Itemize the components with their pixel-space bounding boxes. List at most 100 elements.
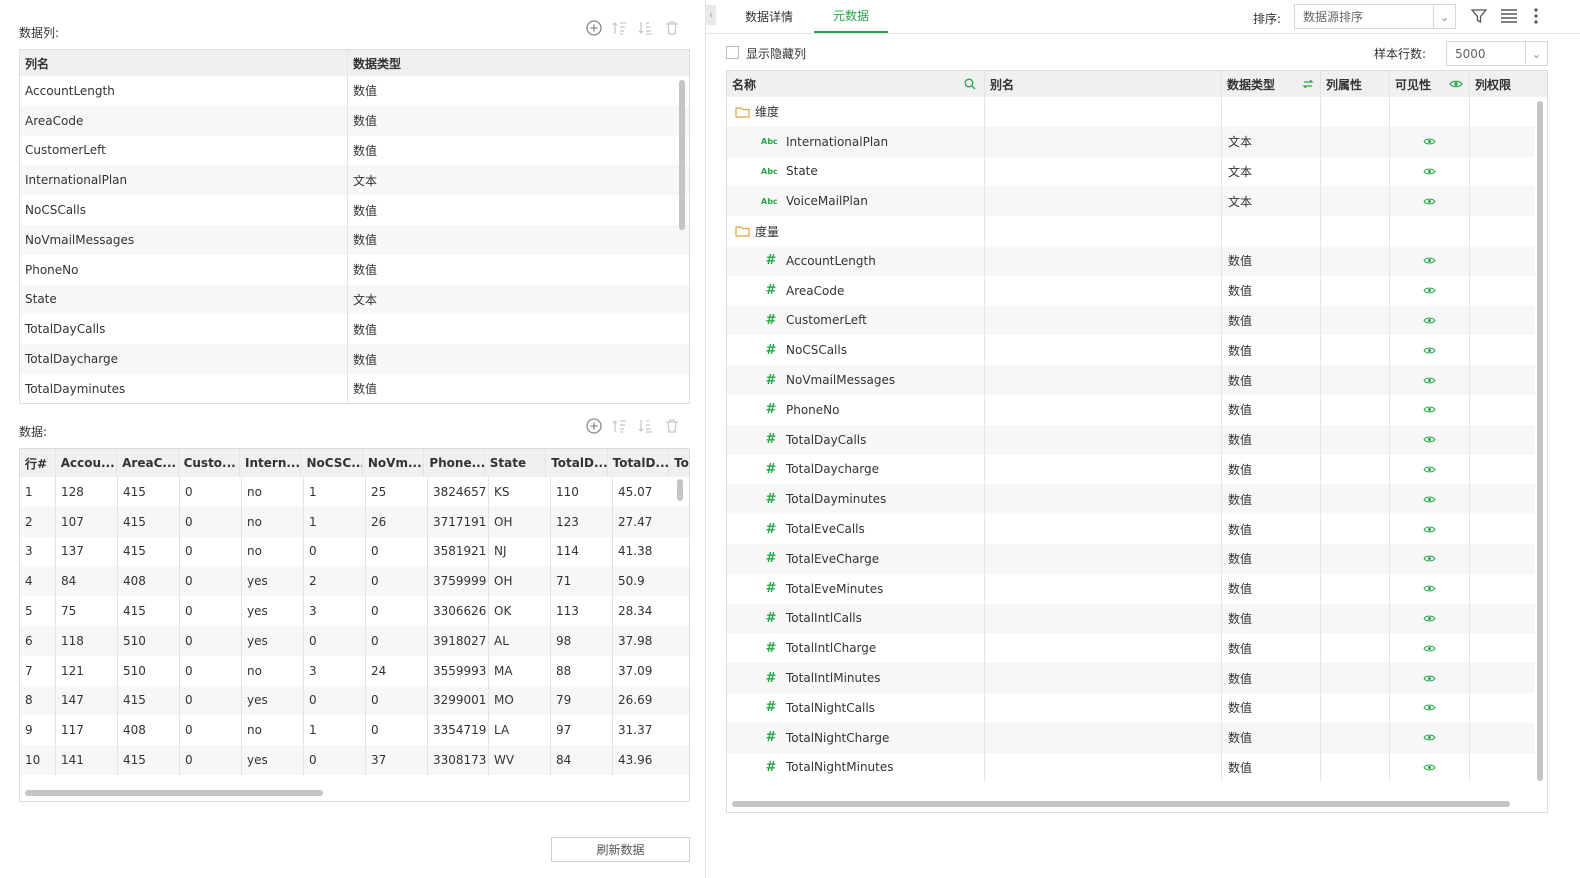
field-row[interactable]: # TotalEveMinutes 数值 xyxy=(727,573,1535,604)
data-row[interactable]: 9 117 408 0 no 1 0 3354719 LA 97 31.37 xyxy=(20,715,689,746)
attr-cell[interactable] xyxy=(1321,454,1390,485)
data-row[interactable]: 10 141 415 0 yes 0 37 3308173 WV 84 43.96 xyxy=(20,745,689,775)
attr-cell[interactable] xyxy=(1321,722,1390,753)
alias-cell[interactable] xyxy=(985,365,1222,395)
alias-cell[interactable] xyxy=(985,424,1222,455)
attr-cell[interactable] xyxy=(1321,395,1390,425)
type-cell[interactable]: 数值 xyxy=(1222,275,1321,306)
eye-icon[interactable] xyxy=(1423,316,1436,325)
header-alias[interactable]: 别名 xyxy=(985,71,1222,97)
column-row[interactable]: TotalDayCalls 数值 xyxy=(20,314,689,345)
permission-cell[interactable] xyxy=(1470,157,1535,187)
attr-cell[interactable] xyxy=(1321,663,1390,693)
type-cell[interactable]: 数值 xyxy=(1222,544,1321,574)
header-visible[interactable]: 可见性 xyxy=(1395,76,1431,93)
attr-cell[interactable] xyxy=(1321,544,1390,574)
data-row[interactable]: 7 121 510 0 no 3 24 3559993 MA 88 37.09 xyxy=(20,655,689,686)
header-permission[interactable]: 列权限 xyxy=(1470,71,1547,97)
type-cell[interactable]: 数值 xyxy=(1222,246,1321,276)
field-row[interactable]: # TotalNightCalls 数值 xyxy=(727,693,1535,723)
column-row[interactable]: InternationalPlan 文本 xyxy=(20,165,689,196)
field-row[interactable]: # CustomerLeft 数值 xyxy=(727,305,1535,336)
permission-cell[interactable] xyxy=(1470,306,1535,336)
attr-cell[interactable] xyxy=(1321,693,1390,723)
refresh-icon[interactable] xyxy=(1302,78,1314,90)
data-row[interactable]: 4 84 408 0 yes 2 0 3759999 OH 71 50.9 xyxy=(20,566,689,597)
alias-cell[interactable] xyxy=(985,186,1222,217)
eye-icon[interactable] xyxy=(1423,525,1436,534)
permission-cell[interactable] xyxy=(1470,395,1535,425)
type-cell[interactable]: 文本 xyxy=(1222,126,1321,157)
eye-icon[interactable] xyxy=(1423,495,1436,504)
attr-cell[interactable] xyxy=(1321,752,1390,783)
type-cell[interactable]: 数值 xyxy=(1222,484,1321,515)
data-header-cell[interactable]: Intern... xyxy=(240,449,302,477)
field-row[interactable]: # PhoneNo 数值 xyxy=(727,395,1535,425)
data-header-cell[interactable]: State xyxy=(485,449,547,477)
column-row[interactable]: NoVmailMessages 数值 xyxy=(20,224,689,255)
alias-cell[interactable] xyxy=(985,246,1222,276)
data-header-cell[interactable]: AreaC... xyxy=(117,449,179,477)
eye-icon[interactable] xyxy=(1423,703,1436,712)
attr-cell[interactable] xyxy=(1321,514,1390,544)
list-view-icon[interactable] xyxy=(1500,8,1518,27)
eye-icon[interactable] xyxy=(1423,435,1436,444)
type-cell[interactable]: 数值 xyxy=(1222,633,1321,664)
permission-cell[interactable] xyxy=(1470,574,1535,604)
field-row[interactable]: # TotalEveCalls 数值 xyxy=(727,514,1535,544)
attr-cell[interactable] xyxy=(1321,484,1390,515)
type-cell[interactable]: 数值 xyxy=(1222,305,1321,336)
field-row[interactable]: Abc InternationalPlan 文本 xyxy=(727,126,1535,157)
metadata-horizontal-scrollbar[interactable] xyxy=(732,801,1510,807)
alias-cell[interactable] xyxy=(985,544,1222,574)
data-header-cell[interactable]: Phone... xyxy=(424,449,485,477)
data-row[interactable]: 6 118 510 0 yes 0 0 3918027 AL 98 37.98 xyxy=(20,625,689,656)
attr-cell[interactable] xyxy=(1321,126,1390,157)
data-header-cell[interactable]: TotalD... xyxy=(608,449,670,477)
attr-cell[interactable] xyxy=(1321,335,1390,366)
eye-icon[interactable] xyxy=(1423,256,1436,265)
eye-icon[interactable] xyxy=(1423,465,1436,474)
field-row[interactable]: # TotalDaycharge 数值 xyxy=(727,454,1535,485)
sort-select[interactable]: 数据源排序 ⌄ xyxy=(1294,4,1456,29)
field-row[interactable]: # TotalIntlMinutes 数值 xyxy=(727,663,1535,693)
alias-cell[interactable] xyxy=(985,484,1222,515)
permission-cell[interactable] xyxy=(1470,425,1535,455)
column-row[interactable]: State 文本 xyxy=(20,284,689,315)
group-row[interactable]: 度量 xyxy=(727,216,1535,246)
column-row[interactable]: AreaCode 数值 xyxy=(20,105,689,136)
field-row[interactable]: # AccountLength 数值 xyxy=(727,246,1535,276)
alias-cell[interactable] xyxy=(985,514,1222,544)
type-cell[interactable] xyxy=(1222,97,1321,127)
column-row[interactable]: TotalDayminutes 数值 xyxy=(20,373,689,403)
field-row[interactable]: # TotalNightCharge 数值 xyxy=(727,722,1535,753)
type-cell[interactable]: 数值 xyxy=(1222,424,1321,455)
tab-data-details[interactable]: 数据详情 xyxy=(734,0,804,33)
alias-cell[interactable] xyxy=(985,752,1222,783)
alias-cell[interactable] xyxy=(985,603,1222,634)
alias-cell[interactable] xyxy=(985,216,1222,246)
eye-icon[interactable] xyxy=(1423,584,1436,593)
eye-icon[interactable] xyxy=(1423,614,1436,623)
permission-cell[interactable] xyxy=(1470,544,1535,574)
alias-cell[interactable] xyxy=(985,663,1222,693)
tab-metadata[interactable]: 元数据 xyxy=(814,0,888,33)
field-row[interactable]: # TotalDayCalls 数值 xyxy=(727,424,1535,455)
eye-icon[interactable] xyxy=(1423,644,1436,653)
data-row[interactable]: 3 137 415 0 no 0 0 3581921 NJ 114 41.38 xyxy=(20,536,689,567)
eye-icon[interactable] xyxy=(1423,167,1436,176)
alias-cell[interactable] xyxy=(985,97,1222,127)
more-options-icon[interactable] xyxy=(1533,8,1539,27)
type-cell[interactable]: 数值 xyxy=(1222,365,1321,395)
permission-cell[interactable] xyxy=(1470,604,1535,634)
eye-icon[interactable] xyxy=(1423,763,1436,772)
column-row[interactable]: AccountLength 数值 xyxy=(20,76,689,106)
trash-icon[interactable] xyxy=(664,417,680,435)
attr-cell[interactable] xyxy=(1321,275,1390,306)
sort-desc-icon[interactable] xyxy=(638,19,654,37)
attr-cell[interactable] xyxy=(1321,424,1390,455)
alias-cell[interactable] xyxy=(985,633,1222,664)
attr-cell[interactable] xyxy=(1321,365,1390,395)
alias-cell[interactable] xyxy=(985,693,1222,723)
attr-cell[interactable] xyxy=(1321,246,1390,276)
